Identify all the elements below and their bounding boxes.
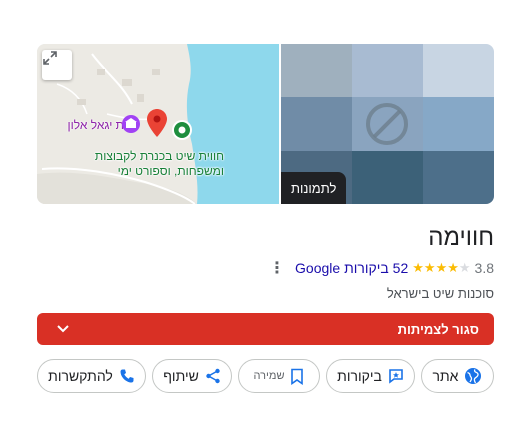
globe-icon — [465, 368, 482, 384]
share-button[interactable]: שיתוף — [152, 359, 232, 393]
call-label: להתקשרות — [48, 368, 113, 384]
place-category: סוכנות שיט בישראל — [386, 286, 494, 301]
expand-map-button[interactable] — [42, 50, 72, 80]
selected-place-marker-icon[interactable] — [147, 109, 167, 137]
more-options-icon[interactable]: ⋮ — [269, 258, 285, 278]
star-filled-icon: ★ — [423, 260, 436, 275]
no-photo-icon — [366, 103, 408, 145]
expand-icon — [43, 51, 57, 65]
star-filled-icon: ★ — [435, 260, 448, 275]
place-title: חווימה — [428, 224, 494, 251]
media-header: בית יגאל אלון חווית שיט בכנרת לקבוצות ומ… — [37, 44, 494, 204]
website-label: אתר — [432, 368, 459, 384]
share-label: שיתוף — [163, 368, 199, 384]
star-rating: ★ ★ ★ ★ ★ — [412, 261, 470, 275]
status-text: סגור לצמיתות — [397, 321, 479, 337]
rating-value: 3.8 — [474, 260, 494, 276]
star-filled-icon: ★ — [412, 260, 424, 275]
phone-icon — [120, 369, 134, 383]
reviews-link[interactable]: 52 ביקורות Google — [295, 260, 408, 276]
review-icon — [389, 369, 403, 384]
save-button[interactable]: שמירה — [238, 359, 320, 393]
place-label: חווית שיט בכנרת לקבוצות ומשפחות, וספורט … — [95, 149, 224, 179]
reviews-label: ביקורות — [337, 368, 382, 384]
status-bar[interactable]: סגור לצמיתות — [37, 313, 494, 345]
share-icon — [206, 368, 220, 384]
star-empty-icon: ★ — [458, 260, 471, 275]
chevron-down-icon[interactable] — [57, 323, 69, 335]
star-filled-icon: ★ — [447, 260, 459, 275]
photos-chip[interactable]: לתמונות — [281, 172, 347, 204]
place-label-line1: חווית שיט בכנרת לקבוצות — [94, 149, 224, 163]
call-button[interactable]: להתקשרות — [37, 359, 146, 393]
map-preview[interactable]: בית יגאל אלון חווית שיט בכנרת לקבוצות ומ… — [37, 44, 279, 204]
reviews-button[interactable]: ביקורות — [326, 359, 415, 393]
bookmark-icon — [291, 368, 304, 385]
rating-row: 3.8 ★ ★ ★ ★ ★ 52 ביקורות Google ⋮ — [269, 258, 494, 278]
photos-preview[interactable]: לתמונות — [281, 44, 494, 204]
activity-pin-icon — [172, 120, 192, 140]
website-button[interactable]: אתר — [421, 359, 494, 393]
place-label-line2: ומשפחות, וספורט ימי — [117, 164, 224, 178]
save-label: שמירה — [253, 370, 285, 382]
museum-pin-icon — [122, 115, 140, 133]
